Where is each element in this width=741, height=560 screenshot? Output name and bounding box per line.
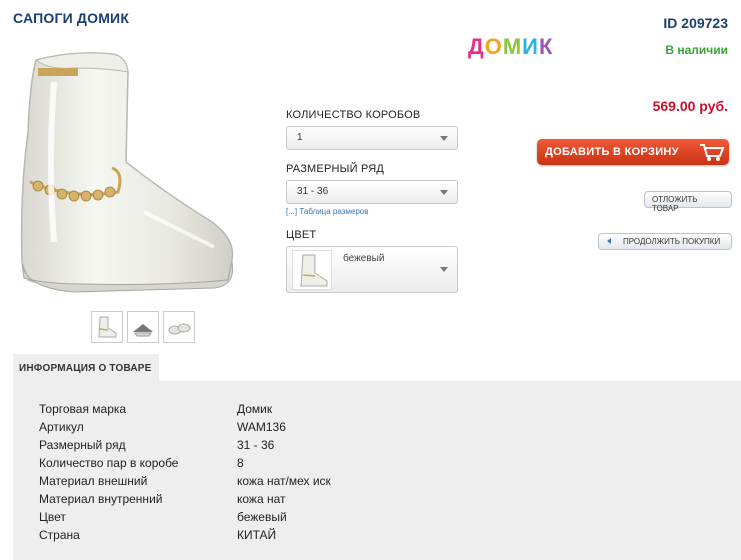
info-key: Страна	[39, 528, 80, 542]
product-info-table: Торговая марка Домик Артикул WAM136 Размер…	[39, 402, 331, 546]
brand-logo-letter: Д	[468, 34, 485, 59]
brand-logo: ДОМИК	[468, 34, 553, 60]
info-row: Количество пар в коробе 8	[39, 456, 331, 474]
info-row: Торговая марка Домик	[39, 402, 331, 420]
chevron-down-icon	[440, 136, 448, 141]
info-key: Количество пар в коробе	[39, 456, 179, 470]
info-row: Цвет бежевый	[39, 510, 331, 528]
info-row: Материал внутренний кожа нат	[39, 492, 331, 510]
thumbnail-top-view[interactable]	[127, 311, 159, 343]
info-value: WAM136	[237, 420, 286, 434]
tab-product-info[interactable]: ИНФОРМАЦИЯ О ТОВАРЕ	[13, 354, 159, 382]
thumbnail-sole-view[interactable]	[163, 311, 195, 343]
add-to-cart-button[interactable]: ДОБАВИТЬ В КОРЗИНУ	[537, 139, 729, 165]
product-id: ID 209723	[663, 15, 728, 31]
info-key: Размерный ряд	[39, 438, 126, 452]
size-label: РАЗМЕРНЫЙ РЯД	[286, 163, 385, 175]
product-price: 569.00 руб.	[652, 98, 728, 114]
info-value: 31 - 36	[237, 438, 275, 452]
size-select[interactable]: 31 - 36	[286, 180, 458, 204]
info-value: кожа нат/мех иск	[237, 474, 331, 488]
info-value: Домик	[237, 402, 273, 416]
availability-status: В наличии	[665, 43, 728, 57]
color-label: ЦВЕТ	[286, 229, 317, 241]
product-info-panel: Торговая марка Домик Артикул WAM136 Размер…	[13, 381, 741, 560]
boxes-select[interactable]: 1	[286, 126, 458, 150]
continue-shopping-label: ПРОДОЛЖИТЬ ПОКУПКИ	[623, 237, 721, 246]
brand-logo-letter: М	[502, 34, 523, 59]
chevron-down-icon	[440, 190, 448, 195]
size-select-value: 31 - 36	[297, 186, 329, 197]
color-swatch-image	[292, 250, 332, 290]
boxes-select-value: 1	[297, 132, 303, 143]
color-select-value: бежевый	[343, 253, 385, 264]
defer-product-label: ОТЛОЖИТЬ ТОВАР	[652, 195, 698, 213]
chevron-down-icon	[440, 267, 448, 272]
arrow-left-icon	[607, 238, 611, 244]
continue-shopping-button[interactable]: ПРОДОЛЖИТЬ ПОКУПКИ	[598, 233, 732, 250]
thumbnail-strip	[91, 311, 195, 343]
product-image[interactable]	[14, 42, 244, 300]
info-value: бежевый	[237, 510, 287, 524]
info-key: Артикул	[39, 420, 84, 434]
info-row: Размерный ряд 31 - 36	[39, 438, 331, 456]
thumbnail-side-view[interactable]	[91, 311, 123, 343]
add-to-cart-label: ДОБАВИТЬ В КОРЗИНУ	[545, 146, 679, 158]
info-key: Цвет	[39, 510, 66, 524]
size-table-link[interactable]: [...] Таблица размеров	[286, 207, 369, 216]
cart-icon	[699, 142, 725, 165]
boxes-label: КОЛИЧЕСТВО КОРОБОВ	[286, 109, 421, 121]
info-key: Материал внутренний	[39, 492, 163, 506]
info-row: Материал внешний кожа нат/мех иск	[39, 474, 331, 492]
info-value: КИТАЙ	[237, 528, 277, 542]
brand-logo-letter: О	[484, 34, 503, 59]
info-row: Артикул WAM136	[39, 420, 331, 438]
info-row: Страна КИТАЙ	[39, 528, 331, 546]
info-value: 8	[237, 456, 244, 470]
info-key: Материал внешний	[39, 474, 148, 488]
brand-logo-letter: И	[522, 34, 539, 59]
brand-logo-letter: К	[538, 34, 554, 59]
info-value: кожа нат	[237, 492, 286, 506]
info-key: Торговая марка	[39, 402, 127, 416]
product-title: САПОГИ ДОМИК	[13, 10, 130, 26]
defer-product-button[interactable]: ОТЛОЖИТЬ ТОВАР	[644, 191, 732, 213]
color-select[interactable]: бежевый	[286, 246, 458, 293]
